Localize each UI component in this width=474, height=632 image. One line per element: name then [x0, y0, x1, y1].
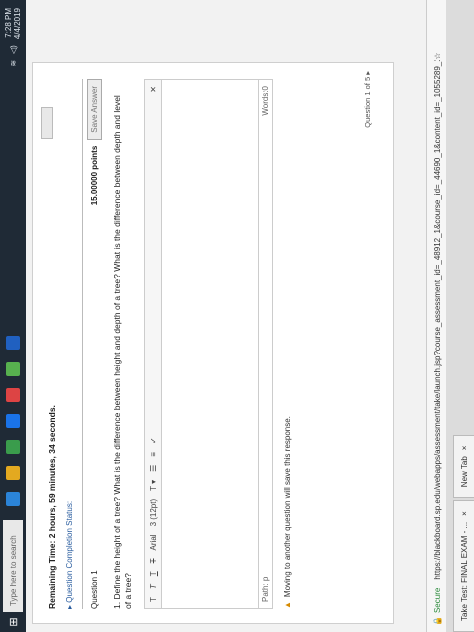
font-family-select[interactable]: Arial	[149, 534, 158, 550]
editor-path: Path: p	[261, 576, 270, 602]
editor-footer: Path: p Words:0	[259, 79, 273, 609]
question-nav-label: Question 1 of 5	[363, 76, 372, 128]
monitor-photo: ⊞ Type here to search ≋ ◁) 7:28 PM 4/4/2…	[0, 0, 474, 632]
tab-label: New Tab	[459, 456, 469, 488]
next-question-icon[interactable]: ▸	[363, 71, 372, 75]
edge-icon[interactable]	[6, 492, 20, 506]
windows-start-icon[interactable]: ⊞	[0, 612, 26, 632]
underline-icon[interactable]: T	[149, 571, 158, 576]
star-icon[interactable]: ☆	[433, 53, 442, 60]
expand-editor-icon[interactable]: ✕	[149, 86, 158, 93]
system-tray: ≋ ◁) 7:28 PM 4/4/2019	[4, 0, 22, 67]
store-icon[interactable]	[6, 440, 20, 454]
chrome-icon[interactable]	[6, 388, 20, 402]
tab-close-icon[interactable]: ×	[460, 446, 469, 451]
editor-toolbar: T T T T Arial 3 (12pt) T ▾ ☰ ≡ ✓ ✕	[144, 79, 162, 609]
address-bar[interactable]: 🔒 Secure https://blackboard.sp.edu/webap…	[426, 0, 447, 632]
lock-icon: 🔒	[432, 616, 442, 626]
spellcheck-icon[interactable]: ✓	[149, 437, 158, 444]
collapse-icon: ▸	[65, 602, 74, 609]
warning-icon: ▲	[283, 601, 292, 609]
secure-label: Secure	[432, 587, 442, 614]
url-text[interactable]: https://blackboard.sp.edu/webapps/assess…	[433, 60, 442, 580]
network-icon[interactable]: ≋	[9, 60, 18, 67]
question-points: 15.00000 points	[90, 145, 99, 206]
mail-icon[interactable]	[6, 414, 20, 428]
taskbar-clock[interactable]: 7:28 PM 4/4/2019	[4, 8, 22, 39]
word-count: Words:0	[261, 86, 270, 116]
clock-date: 4/4/2019	[13, 8, 22, 40]
moving-warning: ▲ Moving to another question will save t…	[283, 79, 292, 609]
question-completion-status-link[interactable]: ▸ Question Completion Status:	[65, 79, 74, 609]
browser-window: Remaining Time: 2 hours, 59 minutes, 34 …	[26, 0, 474, 632]
question-header: Question 1 15.00000 points Save Answer	[82, 79, 106, 609]
test-content: Remaining Time: 2 hours, 59 minutes, 34 …	[47, 79, 292, 609]
test-page: Remaining Time: 2 hours, 59 minutes, 34 …	[32, 62, 394, 624]
text-color-icon[interactable]: T ▾	[149, 480, 158, 491]
word-icon[interactable]	[6, 336, 20, 350]
remaining-time: Remaining Time: 2 hours, 59 minutes, 34 …	[47, 405, 57, 609]
volume-icon[interactable]: ◁)	[9, 45, 18, 54]
answer-editor[interactable]	[162, 79, 259, 609]
question-text: 1. Define the height of a tree? What is …	[112, 95, 133, 609]
spotify-icon[interactable]	[6, 362, 20, 376]
question-label: Question 1	[90, 570, 99, 609]
windows-taskbar: ⊞ Type here to search ≋ ◁) 7:28 PM 4/4/2…	[0, 0, 26, 632]
taskbar-search-input[interactable]: Type here to search	[3, 520, 23, 612]
numbered-list-icon[interactable]: ≡	[149, 452, 158, 457]
status-link-label: Question Completion Status:	[65, 500, 74, 603]
moving-warning-text: Moving to another question will save thi…	[283, 416, 292, 598]
question-navigation[interactable]: Question 1 of 5 ▸	[363, 71, 372, 128]
save-answer-button[interactable]: Save Answer	[87, 79, 102, 140]
browser-tab-strip: Take Test: FINAL EXAM - ... × New Tab ×	[446, 0, 474, 632]
bullet-list-icon[interactable]: ☰	[149, 465, 158, 472]
tab-close-icon[interactable]: ×	[460, 511, 469, 516]
bold-icon[interactable]: T	[149, 597, 158, 602]
italic-icon[interactable]: T	[149, 584, 158, 589]
tab-final-exam[interactable]: Take Test: FINAL EXAM - ... ×	[453, 500, 474, 632]
file-explorer-icon[interactable]	[6, 466, 20, 480]
strikethrough-icon[interactable]: T	[149, 558, 158, 563]
points-box: 15.00000 points Save Answer	[87, 79, 102, 205]
tab-label: Take Test: FINAL EXAM - ...	[459, 521, 469, 621]
font-size-select[interactable]: 3 (12pt)	[149, 499, 158, 527]
tab-new-tab[interactable]: New Tab ×	[453, 434, 474, 499]
clock-time: 7:28 PM	[4, 8, 13, 38]
